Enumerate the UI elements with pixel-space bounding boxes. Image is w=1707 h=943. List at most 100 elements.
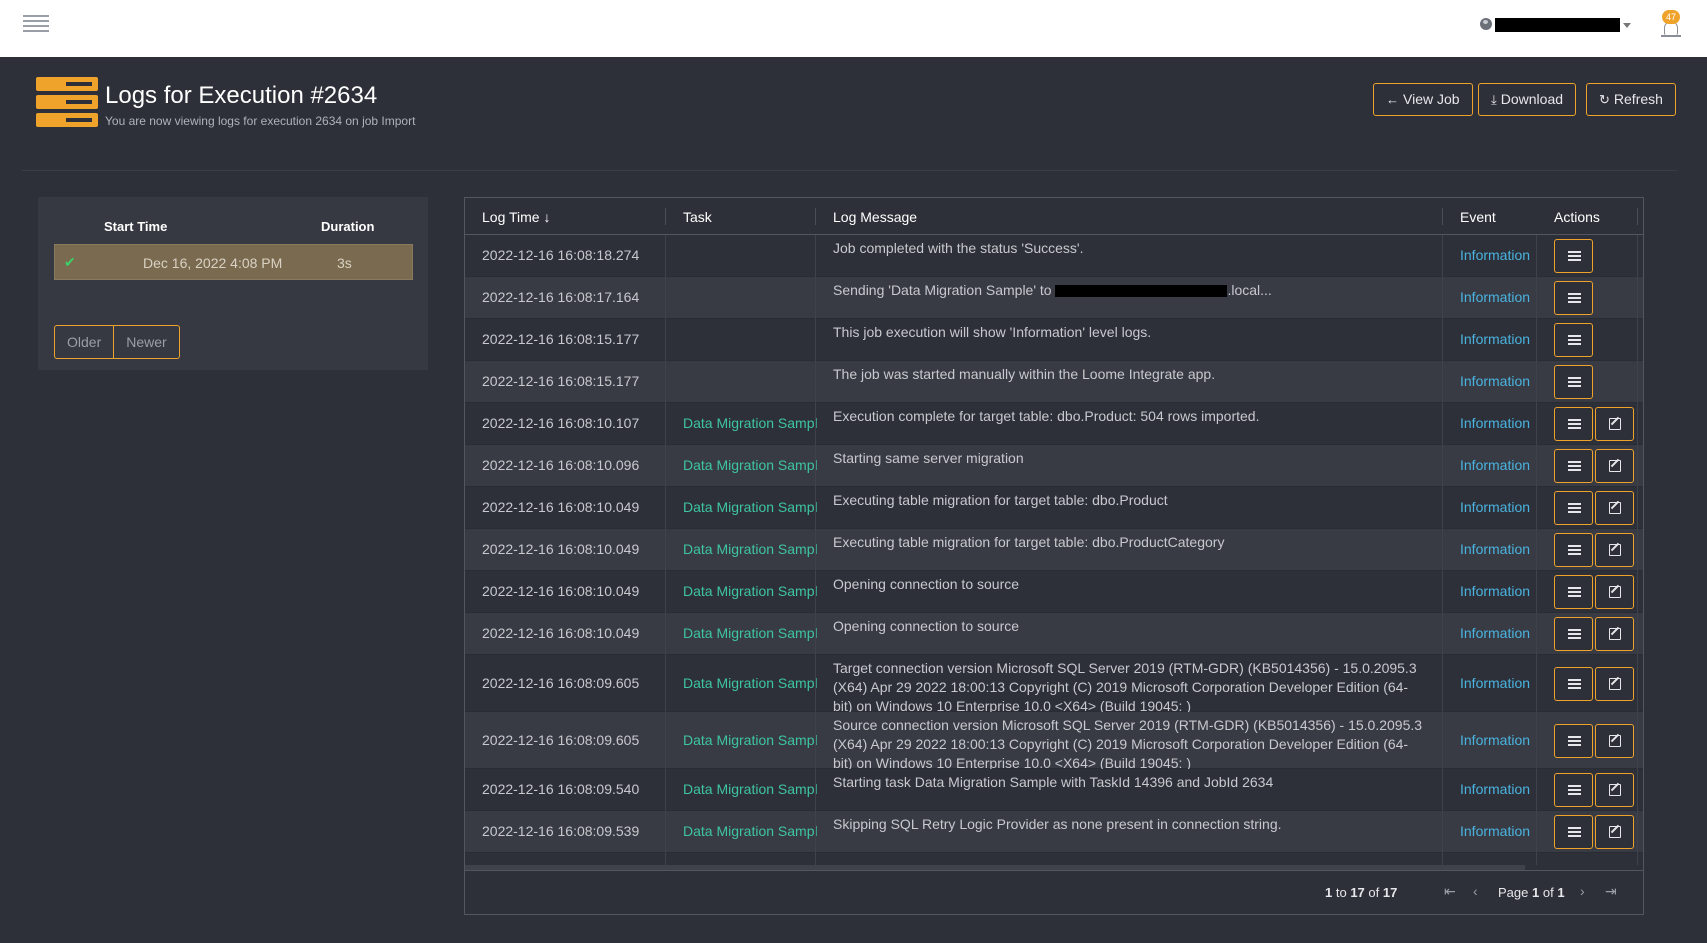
view-details-button[interactable]	[1554, 281, 1593, 315]
task-cell[interactable]: Data Migration Sample	[683, 457, 817, 473]
table-row[interactable]: 2022-12-16 16:08:09.540 Data Migration Sa…	[465, 769, 1643, 811]
user-menu[interactable]	[1495, 18, 1620, 32]
newer-button[interactable]: Newer	[114, 325, 180, 359]
chevron-down-icon[interactable]	[1623, 23, 1631, 28]
edit-task-button[interactable]	[1595, 773, 1634, 807]
view-details-button[interactable]	[1554, 407, 1593, 441]
table-row[interactable]: 2022-12-16 16:08:10.049 Data Migration Sa…	[465, 529, 1643, 571]
table-row[interactable]: 2022-12-16 16:08:10.049 Data Migration Sa…	[465, 571, 1643, 613]
view-details-button[interactable]	[1554, 617, 1593, 651]
view-details-button[interactable]	[1554, 815, 1593, 849]
globe-icon	[1480, 18, 1492, 30]
task-cell[interactable]: Data Migration Sample	[683, 675, 817, 691]
view-job-button[interactable]: ← View Job	[1373, 83, 1473, 116]
edit-task-button[interactable]	[1595, 724, 1634, 758]
view-details-button[interactable]	[1554, 773, 1593, 807]
task-cell[interactable]: Data Migration Sample	[683, 583, 817, 599]
table-row[interactable]: 2022-12-16 16:08:15.177 The job was start…	[465, 361, 1643, 403]
table-row[interactable]: 2022-12-16 16:08:10.049 Data Migration Sa…	[465, 613, 1643, 655]
edit-task-button[interactable]	[1595, 575, 1634, 609]
col-header-task[interactable]: Task	[683, 209, 712, 225]
view-details-button[interactable]	[1554, 533, 1593, 567]
table-row[interactable]: 2022-12-16 16:08:18.274 Job completed wit…	[465, 235, 1643, 277]
table-row[interactable]: 2022-12-16 16:08:15.177 This job executio…	[465, 319, 1643, 361]
table-row[interactable]: 2022-12-16 16:08:10.049 Data Migration Sa…	[465, 487, 1643, 529]
redacted-hostname	[1055, 285, 1228, 298]
row-count: 1 to 17 of 17	[1325, 885, 1398, 900]
column-divider	[1442, 235, 1443, 865]
last-page-icon[interactable]: ⇥	[1605, 883, 1617, 900]
view-details-button[interactable]	[1554, 365, 1593, 399]
first-page-icon[interactable]: ⇤	[1444, 883, 1456, 900]
table-row[interactable]: 2022-12-16 16:08:10.096 Data Migration Sa…	[465, 445, 1643, 487]
list-icon	[1568, 736, 1581, 747]
header-divider	[22, 170, 1677, 171]
col-header-actions: Actions	[1554, 209, 1600, 225]
edit-task-button[interactable]	[1595, 533, 1634, 567]
edit-task-button[interactable]	[1595, 449, 1634, 483]
log-message-cell: Executing table migration for target tab…	[833, 534, 1225, 550]
event-cell: Information	[1460, 583, 1531, 599]
list-icon	[1568, 587, 1581, 598]
table-row[interactable]: 2022-12-16 16:08:09.539 Data Migration Sa…	[465, 811, 1643, 853]
event-cell: Information	[1460, 675, 1531, 691]
edit-task-button[interactable]	[1595, 815, 1634, 849]
task-cell[interactable]: Data Migration Sample	[683, 499, 817, 515]
list-icon	[1568, 293, 1581, 304]
col-header-log-time[interactable]: Log Time ↓	[482, 209, 550, 225]
edit-icon	[1609, 418, 1621, 430]
menu-icon[interactable]	[23, 15, 49, 35]
log-time-cell: 2022-12-16 16:08:15.177	[482, 373, 640, 389]
col-header-event[interactable]: Event	[1460, 209, 1496, 225]
older-button[interactable]: Older	[54, 325, 115, 359]
view-details-button[interactable]	[1554, 491, 1593, 525]
grid-header: Log Time ↓ Task Log Message Event Action…	[465, 198, 1643, 235]
list-icon	[1568, 503, 1581, 514]
table-row[interactable]: 2022-12-16 16:08:09.605 Data Migration Sa…	[465, 712, 1643, 771]
arrow-left-icon: ←	[1386, 92, 1399, 107]
page-subtitle: You are now viewing logs for execution 2…	[105, 114, 416, 128]
page-indicator: Page 1 of 1	[1498, 885, 1565, 900]
download-icon: ⤓	[1491, 92, 1497, 107]
table-row[interactable]: 2022-12-16 16:08:09.605 Data Migration Sa…	[465, 655, 1643, 714]
view-details-button[interactable]	[1554, 667, 1593, 701]
view-details-button[interactable]	[1554, 449, 1593, 483]
event-cell: Information	[1460, 373, 1531, 389]
log-time-cell: 2022-12-16 16:08:09.539	[482, 823, 640, 839]
table-row[interactable]: 2022-12-16 16:08:17.164 Sending 'Data Mig…	[465, 277, 1643, 319]
log-message-cell: Sending 'Data Migration Sample' to .loca…	[833, 282, 1272, 298]
col-header-log-message[interactable]: Log Message	[833, 209, 917, 225]
prev-page-icon[interactable]: ‹	[1473, 883, 1478, 899]
edit-icon	[1609, 735, 1621, 747]
edit-task-button[interactable]	[1595, 491, 1634, 525]
table-row[interactable]: 2022-12-16 16:08:10.107 Data Migration Sa…	[465, 403, 1643, 445]
task-cell[interactable]: Data Migration Sample	[683, 541, 817, 557]
log-message-cell: Job completed with the status 'Success'.	[833, 240, 1084, 256]
next-page-icon[interactable]: ›	[1580, 883, 1585, 899]
download-button[interactable]: ⤓ Download	[1478, 83, 1577, 116]
view-details-button[interactable]	[1554, 239, 1593, 273]
task-cell[interactable]: Data Migration Sample	[683, 781, 817, 797]
event-cell: Information	[1460, 781, 1531, 797]
view-details-button[interactable]	[1554, 724, 1593, 758]
view-details-button[interactable]	[1554, 323, 1593, 357]
execution-row[interactable]: ✔ Dec 16, 2022 4:08 PM 3s	[54, 244, 413, 280]
list-icon	[1568, 545, 1581, 556]
list-icon	[1568, 251, 1581, 262]
refresh-button[interactable]: ↻ Refresh	[1586, 83, 1676, 116]
edit-icon	[1609, 544, 1621, 556]
edit-task-button[interactable]	[1595, 617, 1634, 651]
log-time-cell: 2022-12-16 16:08:10.096	[482, 457, 640, 473]
edit-task-button[interactable]	[1595, 407, 1634, 441]
edit-task-button[interactable]	[1595, 667, 1634, 701]
task-cell[interactable]: Data Migration Sample	[683, 625, 817, 641]
log-message-cell: Source connection version Microsoft SQL …	[833, 717, 1423, 771]
list-icon	[1568, 827, 1581, 838]
task-cell[interactable]: Data Migration Sample	[683, 415, 817, 431]
task-cell[interactable]: Data Migration Sample	[683, 823, 817, 839]
task-cell[interactable]: Data Migration Sample	[683, 732, 817, 748]
event-cell: Information	[1460, 541, 1531, 557]
duration-header: Duration	[321, 219, 375, 234]
view-details-button[interactable]	[1554, 575, 1593, 609]
list-icon	[1568, 419, 1581, 430]
